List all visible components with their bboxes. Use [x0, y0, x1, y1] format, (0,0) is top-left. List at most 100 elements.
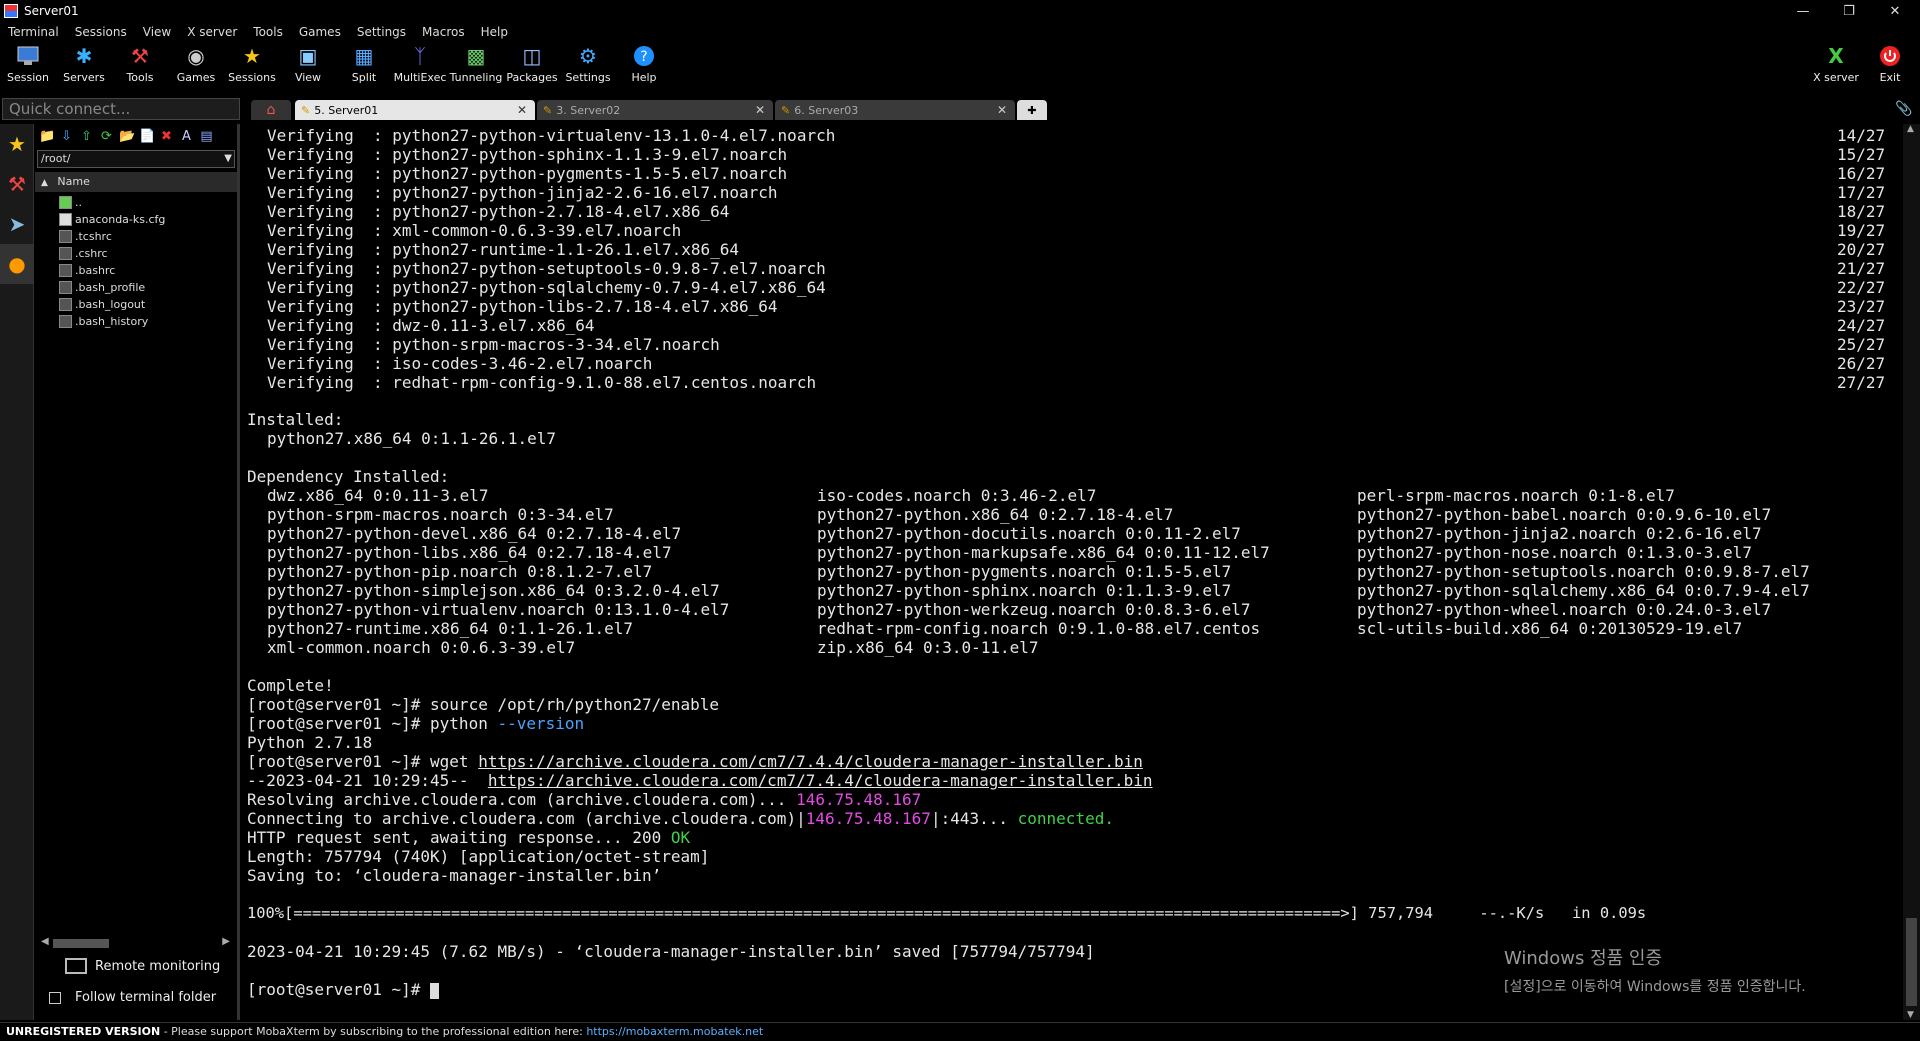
prompt-line-wget: [root@server01 ~]# wget https://archive.…: [247, 752, 1143, 771]
dependency-item: python27-python-babel.noarch 0:0.9.6-10.…: [1357, 505, 1772, 524]
xserver-button[interactable]: X X server: [1808, 44, 1864, 90]
scroll-right-icon[interactable]: ▶: [222, 936, 230, 947]
file-item[interactable]: anaconda-ks.cfg: [35, 211, 237, 228]
chevron-down-icon[interactable]: ▼: [224, 151, 232, 167]
sessions-button[interactable]: ★ Sessions: [224, 44, 280, 90]
settings-icon: ⚙: [579, 44, 597, 68]
tools-button[interactable]: ⚒ Tools: [112, 44, 168, 90]
unregistered-label: UNREGISTERED VERSION: [6, 1025, 161, 1038]
scroll-left-icon[interactable]: ◀: [41, 936, 49, 947]
new-folder-icon[interactable]: 📂: [119, 129, 135, 144]
games-button[interactable]: ◉ Games: [168, 44, 224, 90]
menu-tools[interactable]: Tools: [245, 25, 291, 39]
terminal-output[interactable]: Verifying : python27-python-virtualenv-1…: [245, 124, 1900, 1022]
exit-button[interactable]: Exit: [1862, 44, 1918, 90]
settings-button[interactable]: ⚙ Settings: [560, 44, 616, 90]
scroll-thumb[interactable]: [1906, 918, 1917, 1006]
restore-button[interactable]: ❐: [1826, 0, 1872, 22]
upload-icon[interactable]: ⇧: [79, 129, 94, 144]
minimize-button[interactable]: —: [1780, 0, 1826, 22]
file-item[interactable]: .bash_history: [35, 313, 237, 330]
close-button[interactable]: ✕: [1872, 0, 1918, 22]
status-bar: UNREGISTERED VERSION - Please support Mo…: [0, 1022, 1920, 1040]
menu-games[interactable]: Games: [291, 25, 349, 39]
verifying-count: 27/27: [1837, 373, 1886, 392]
verifying-line: Verifying : python27-python-setuptools-0…: [267, 259, 826, 278]
quick-connect-input[interactable]: Quick connect...: [2, 98, 240, 120]
terminal-vertical-scrollbar[interactable]: ▲ ▼: [1903, 124, 1920, 1020]
scroll-thumb[interactable]: [53, 939, 109, 948]
url-link[interactable]: https://archive.cloudera.com/cm7/7.4.4/c…: [478, 752, 1143, 771]
rail-sessions-star-icon[interactable]: ★: [0, 124, 34, 164]
follow-terminal-checkbox[interactable]: Follow terminal folder: [49, 990, 216, 1005]
download-icon[interactable]: ⇩: [59, 129, 74, 144]
rename-icon[interactable]: A: [179, 129, 194, 144]
packages-button[interactable]: ◫ Packages: [504, 44, 560, 90]
menu-sessions[interactable]: Sessions: [67, 25, 135, 39]
home-tab[interactable]: ⌂: [251, 100, 291, 120]
scroll-down-icon[interactable]: ▼: [1907, 1010, 1914, 1020]
prompt-line-python: [root@server01 ~]# python --version: [247, 714, 585, 733]
exit-icon: [1878, 44, 1902, 68]
menu-xserver[interactable]: X server: [179, 25, 245, 39]
url-link[interactable]: https://archive.cloudera.com/cm7/7.4.4/c…: [488, 771, 1153, 790]
column-header-name[interactable]: ▲ Name: [35, 172, 237, 192]
file-icon: [59, 247, 72, 260]
dependency-item: python27-python-werkzeug.noarch 0:0.8.3-…: [817, 600, 1251, 619]
file-item[interactable]: .cshrc: [35, 245, 237, 262]
file-item[interactable]: .bash_logout: [35, 296, 237, 313]
verifying-count: 22/27: [1837, 278, 1886, 297]
refresh-icon[interactable]: ⟳: [99, 129, 114, 144]
tab-server03[interactable]: ✎ 6. Server03 ✕: [775, 100, 1015, 120]
scroll-up-icon[interactable]: ▲: [1907, 124, 1914, 134]
menu-macros[interactable]: Macros: [414, 25, 473, 39]
multiexec-button[interactable]: ᛉ MultiExec: [392, 44, 448, 90]
verifying-line: Verifying : python-srpm-macros-3-34.el7.…: [267, 335, 720, 354]
rail-macros-icon[interactable]: ➤: [0, 204, 34, 244]
close-tab-icon[interactable]: ✕: [997, 103, 1007, 117]
verifying-line: Verifying : xml-common-0.6.3-39.el7.noar…: [267, 221, 682, 240]
delete-icon[interactable]: ✖: [159, 129, 174, 144]
new-file-icon[interactable]: 📄: [139, 129, 155, 144]
checkbox[interactable]: [49, 991, 61, 1004]
toolbar: Session ✱ Servers ⚒ Tools ◉ Games ★ Sess…: [0, 42, 1920, 92]
dependency-item: python27-python.x86_64 0:2.7.18-4.el7: [817, 505, 1174, 524]
file-item[interactable]: .tcshrc: [35, 228, 237, 245]
parent-folder-icon[interactable]: 📁: [39, 129, 55, 144]
tab-server01[interactable]: ✎ 5. Server01 ✕: [295, 100, 535, 120]
file-item-parent[interactable]: ..: [35, 194, 237, 211]
help-button[interactable]: ? Help: [616, 44, 672, 90]
tunneling-button[interactable]: ▩ Tunneling: [448, 44, 504, 90]
sftp-horizontal-scrollbar[interactable]: ◀ ▶: [39, 936, 234, 950]
verifying-count: 21/27: [1837, 259, 1886, 278]
attachment-icon[interactable]: 📎: [1895, 101, 1912, 117]
file-item[interactable]: .bash_profile: [35, 279, 237, 296]
menu-settings[interactable]: Settings: [349, 25, 414, 39]
rail-tools-icon[interactable]: ⚒: [0, 164, 34, 204]
new-tab-button[interactable]: ✚: [1017, 100, 1047, 120]
menu-help[interactable]: Help: [473, 25, 516, 39]
split-button[interactable]: ▦ Split: [336, 44, 392, 90]
dependency-header: Dependency Installed:: [247, 467, 450, 486]
tab-server02[interactable]: ✎ 3. Server02 ✕: [537, 100, 773, 120]
menu-view[interactable]: View: [135, 25, 179, 39]
dependency-item: python27-python-markupsafe.x86_64 0:0.11…: [817, 543, 1270, 562]
dependency-item: python27-python-wheel.noarch 0:0.24.0-3.…: [1357, 600, 1772, 619]
mobatek-link[interactable]: https://mobaxterm.mobatek.net: [586, 1025, 763, 1038]
menu-terminal[interactable]: Terminal: [0, 25, 67, 39]
close-tab-icon[interactable]: ✕: [517, 103, 527, 117]
verifying-count: 24/27: [1837, 316, 1886, 335]
session-button[interactable]: Session: [0, 44, 56, 90]
rail-sftp-icon[interactable]: ●: [0, 244, 34, 284]
properties-icon[interactable]: ▤: [199, 129, 214, 144]
wget-start-line: --2023-04-21 10:29:45-- https://archive.…: [247, 771, 1153, 790]
view-button[interactable]: ▣ View: [280, 44, 336, 90]
servers-button[interactable]: ✱ Servers: [56, 44, 112, 90]
verifying-line: Verifying : iso-codes-3.46-2.el7.noarch: [267, 354, 653, 373]
verifying-line: Verifying : python27-python-jinja2-2.6-1…: [267, 183, 778, 202]
path-field[interactable]: /root/ ▼: [37, 150, 235, 168]
title-bar: Server01 — ❐ ✕: [0, 0, 1920, 22]
close-tab-icon[interactable]: ✕: [755, 103, 765, 117]
remote-monitoring-button[interactable]: Remote monitoring: [65, 958, 220, 974]
file-item[interactable]: .bashrc: [35, 262, 237, 279]
